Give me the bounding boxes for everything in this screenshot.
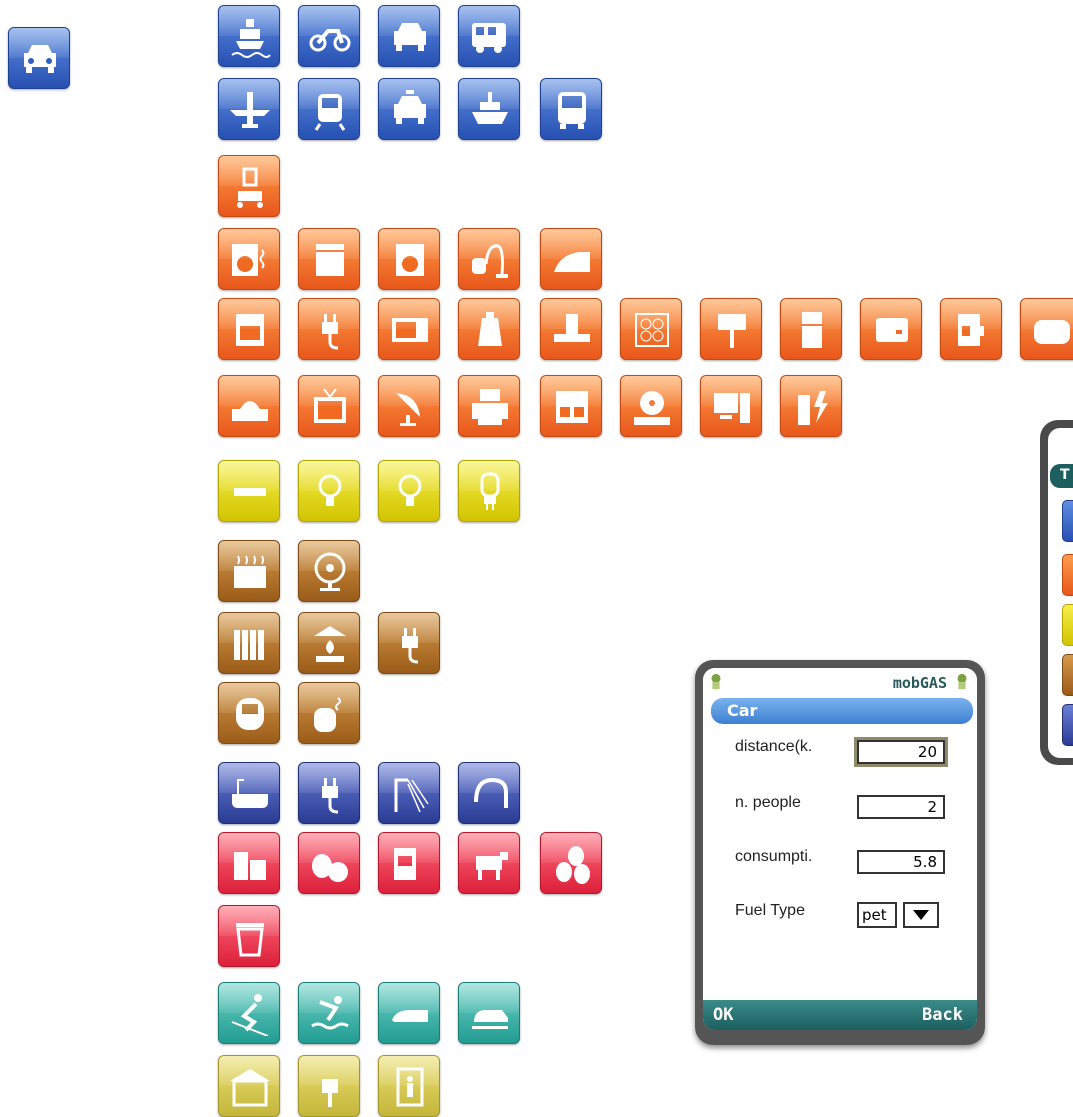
app-title: mobGAS <box>892 674 947 692</box>
heater-icon[interactable] <box>218 540 280 602</box>
humidifier-icon[interactable] <box>298 682 360 744</box>
tv-icon[interactable] <box>298 375 360 437</box>
cooker-hood-icon[interactable] <box>540 298 602 360</box>
ok-softkey[interactable]: OK <box>713 1005 733 1025</box>
ship-icon[interactable] <box>218 5 280 67</box>
plug-icon[interactable] <box>298 762 360 824</box>
energy-saver-bulb-icon[interactable] <box>378 460 440 522</box>
back-softkey[interactable]: Back <box>922 1005 963 1025</box>
eggs-icon[interactable] <box>540 832 602 894</box>
field-distance-input[interactable]: 20 <box>854 737 948 767</box>
snowmobile-icon[interactable] <box>458 982 520 1044</box>
bread-maker-icon[interactable] <box>860 298 922 360</box>
car-icon[interactable] <box>378 5 440 67</box>
dishwasher-icon[interactable] <box>298 228 360 290</box>
radiator-icon[interactable] <box>218 612 280 674</box>
category-heating-icon[interactable] <box>1062 654 1073 696</box>
plug-icon[interactable] <box>378 612 440 674</box>
swimming-icon[interactable] <box>298 982 360 1044</box>
bus-icon[interactable] <box>540 78 602 140</box>
trash-bin-icon[interactable] <box>218 905 280 967</box>
airplane-icon[interactable] <box>218 78 280 140</box>
dropdown-arrow-icon[interactable] <box>903 902 939 928</box>
category-lighting-icon[interactable] <box>1062 604 1073 646</box>
jetski-icon[interactable] <box>378 982 440 1044</box>
dvd-player-icon[interactable] <box>218 375 280 437</box>
brand-logo-icon <box>957 673 967 690</box>
oven-icon[interactable] <box>218 298 280 360</box>
printer-icon[interactable] <box>458 375 520 437</box>
motorbike-icon[interactable] <box>298 5 360 67</box>
train-icon[interactable] <box>298 78 360 140</box>
car-icon-selected[interactable] <box>8 27 70 89</box>
softkey-bar: OK Back <box>703 1000 977 1030</box>
hairdryer-icon[interactable] <box>458 762 520 824</box>
washing-machine-icon[interactable] <box>378 228 440 290</box>
second-phone-device: T <box>1040 420 1073 765</box>
garage-icon[interactable] <box>218 1055 280 1117</box>
field-consumption-label: consumpti. <box>735 848 813 865</box>
taxi-icon[interactable] <box>378 78 440 140</box>
elevator-icon[interactable] <box>378 1055 440 1117</box>
fireplace-icon[interactable] <box>298 612 360 674</box>
kettle-icon[interactable] <box>458 298 520 360</box>
light-bulb-icon[interactable] <box>298 460 360 522</box>
washing-dryer-icon[interactable] <box>218 228 280 290</box>
fuel-type-select[interactable]: pet <box>857 902 897 928</box>
cd-player-icon[interactable] <box>620 375 682 437</box>
socket-icon[interactable] <box>298 1055 360 1117</box>
bathtub-icon[interactable] <box>218 762 280 824</box>
category-water-icon[interactable] <box>1062 704 1073 746</box>
fuel-type-label: Fuel Type <box>735 902 805 919</box>
plug-icon[interactable] <box>298 298 360 360</box>
ferry-icon[interactable] <box>458 78 520 140</box>
phone-device: mobGAS Car distance(k. 20 n. people 2 co… <box>695 660 985 1045</box>
cow-icon[interactable] <box>458 832 520 894</box>
fridge-icon[interactable] <box>780 298 842 360</box>
shower-icon[interactable] <box>378 762 440 824</box>
packaged-food-icon[interactable] <box>378 832 440 894</box>
stereo-icon[interactable] <box>540 375 602 437</box>
fruit-vegetables-icon[interactable] <box>298 832 360 894</box>
form-header: Car <box>711 698 973 724</box>
iron-icon[interactable] <box>540 228 602 290</box>
phone-screen: mobGAS Car distance(k. 20 n. people 2 co… <box>703 668 977 1030</box>
fan-icon[interactable] <box>298 540 360 602</box>
coffee-machine-icon[interactable] <box>940 298 1002 360</box>
fluorescent-tube-icon[interactable] <box>218 460 280 522</box>
field-people-input[interactable]: 2 <box>857 795 945 819</box>
halogen-bulb-icon[interactable] <box>458 460 520 522</box>
battery-charger-icon[interactable] <box>780 375 842 437</box>
satellite-dish-icon[interactable] <box>378 375 440 437</box>
category-electric-icon[interactable] <box>1062 554 1073 596</box>
title-bar: mobGAS <box>703 668 977 696</box>
microwave-icon[interactable] <box>378 298 440 360</box>
field-distance-label: distance(k. <box>735 738 813 755</box>
dehumidifier-icon[interactable] <box>218 682 280 744</box>
skiing-icon[interactable] <box>218 982 280 1044</box>
category-transport-icon[interactable] <box>1062 500 1073 542</box>
grill-icon[interactable] <box>700 298 762 360</box>
toaster-icon[interactable] <box>1020 298 1073 360</box>
second-phone-screen: T <box>1048 428 1073 758</box>
computer-icon[interactable] <box>700 375 762 437</box>
hob-icon[interactable] <box>620 298 682 360</box>
field-people-label: n. people <box>735 794 801 811</box>
camper-van-icon[interactable] <box>458 5 520 67</box>
lawnmower-icon[interactable] <box>218 155 280 217</box>
drinks-icon[interactable] <box>218 832 280 894</box>
second-phone-header: T <box>1050 464 1073 488</box>
field-consumption-input[interactable]: 5.8 <box>857 850 945 874</box>
app-logo-icon <box>711 673 721 690</box>
vacuum-cleaner-icon[interactable] <box>458 228 520 290</box>
